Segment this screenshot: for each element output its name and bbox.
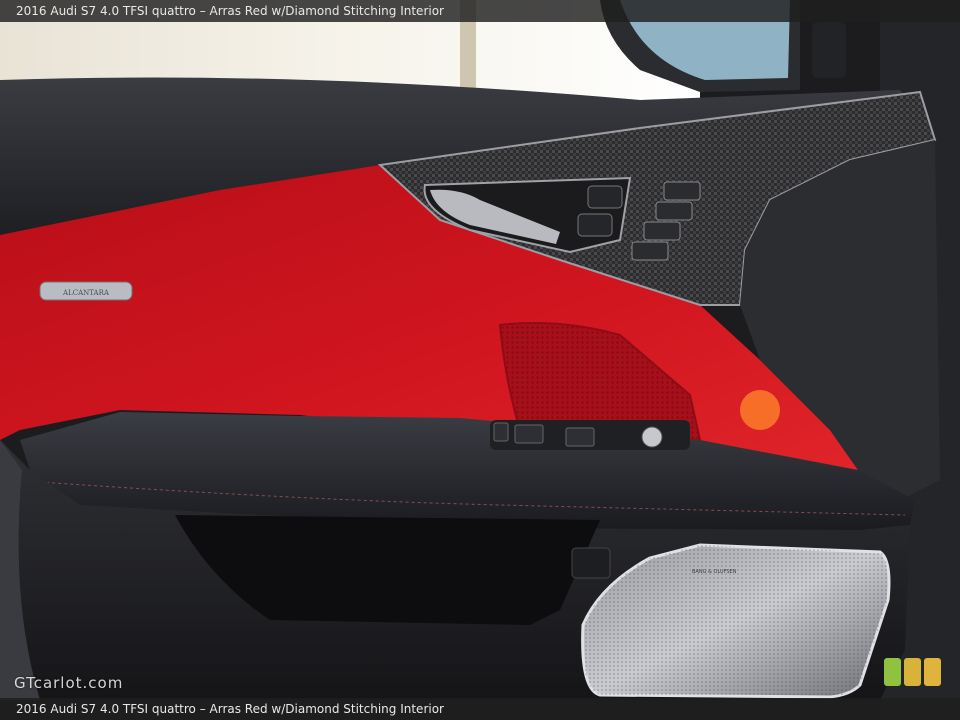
unlock-button[interactable] <box>577 213 613 237</box>
usb-port[interactable] <box>571 547 611 579</box>
header-caption: 2016 Audi S7 4.0 TFSI quattro – Arras Re… <box>0 0 960 22</box>
rating-badges <box>884 658 941 686</box>
door-panel-photo: ALCANTARA BANG & OLUFSEN <box>0 0 960 720</box>
window-switch-3[interactable] <box>565 427 595 447</box>
speaker-brand-text: BANG & OLUFSEN <box>692 569 737 575</box>
light-reflection <box>740 390 780 430</box>
orange-badge <box>924 658 941 686</box>
trim-badge-text: ALCANTARA <box>62 289 110 297</box>
green-badge <box>884 658 901 686</box>
footer-caption: 2016 Audi S7 4.0 TFSI quattro – Arras Re… <box>0 698 960 720</box>
memory-button-2[interactable] <box>655 201 693 221</box>
memory-button-set[interactable] <box>643 221 681 241</box>
watermark-logo: GTcarlot.com <box>14 674 124 692</box>
memory-button-3[interactable] <box>631 241 669 261</box>
lock-button[interactable] <box>587 185 623 209</box>
window-switch-2[interactable] <box>514 424 544 444</box>
mirror-adjust-knob[interactable] <box>641 426 663 448</box>
mirror-switch <box>812 22 846 78</box>
yellow-badge <box>904 658 921 686</box>
window-switch-1[interactable] <box>493 422 509 442</box>
memory-button-1[interactable] <box>663 181 701 201</box>
